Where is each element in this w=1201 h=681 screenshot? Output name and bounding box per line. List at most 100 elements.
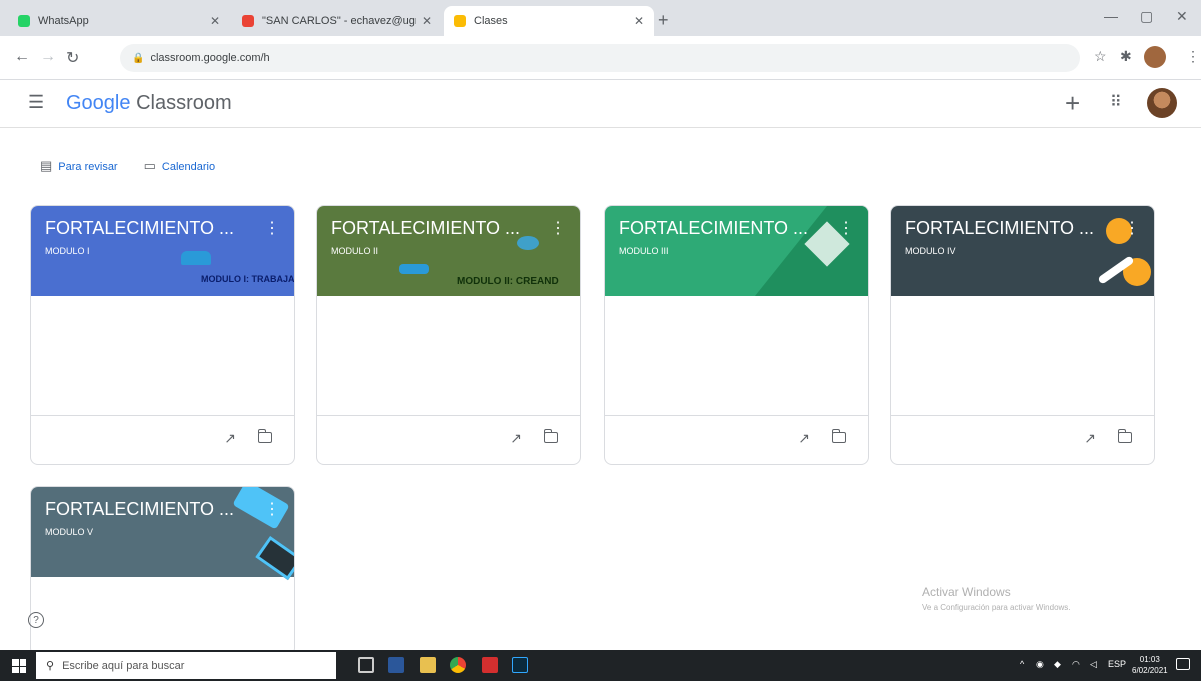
- account-avatar[interactable]: [1147, 88, 1177, 118]
- course-footer: ↗: [31, 416, 294, 464]
- watermark-title: Activar Windows: [922, 585, 1011, 599]
- cloud-decoration: [517, 236, 539, 250]
- tray-chevron-icon[interactable]: ^: [1020, 659, 1024, 669]
- device-decoration: [255, 535, 294, 581]
- quick-links: ▤ Para revisar ▭ Calendario: [40, 158, 215, 174]
- taskbar-search-box[interactable]: ⚲ Escribe aquí para buscar: [36, 652, 336, 679]
- tab-whatsapp[interactable]: WhatsApp ✕: [8, 6, 230, 36]
- course-options-icon[interactable]: ⋮: [838, 218, 854, 238]
- to-review-label: Para revisar: [58, 161, 118, 173]
- extensions-icon[interactable]: ✱: [1120, 48, 1132, 65]
- lock-icon: 🔒: [132, 52, 145, 64]
- drive-decoration: [399, 264, 429, 274]
- course-card[interactable]: FORTALECIMIENTO ... MODULO IV ⋮ ↗: [890, 205, 1155, 465]
- close-tab-icon[interactable]: ✕: [210, 14, 220, 28]
- course-title[interactable]: FORTALECIMIENTO ...: [619, 218, 808, 239]
- course-section: MODULO IV: [905, 246, 956, 256]
- bookmark-star-icon[interactable]: ☆: [1094, 48, 1107, 65]
- assignment-icon: ▤: [40, 158, 53, 173]
- course-footer: ↗: [605, 416, 868, 464]
- classroom-logo[interactable]: Google Classroom: [66, 92, 232, 115]
- banner-text: MODULO I: TRABAJAR: [201, 274, 295, 284]
- browser-menu-icon[interactable]: ⋮: [1186, 48, 1200, 65]
- minimize-icon[interactable]: —: [1104, 8, 1118, 24]
- course-banner[interactable]: MODULO I: TRABAJAR FORTALECIMIENTO ... M…: [31, 206, 294, 296]
- acrobat-icon[interactable]: [482, 657, 498, 673]
- drive-decoration: [181, 251, 211, 265]
- network-icon[interactable]: ◉: [1036, 659, 1044, 670]
- search-placeholder: Escribe aquí para buscar: [62, 659, 185, 672]
- course-banner[interactable]: MODULO II: CREAND FORTALECIMIENTO ... MO…: [317, 206, 580, 296]
- close-tab-icon[interactable]: ✕: [422, 14, 432, 28]
- course-banner[interactable]: FORTALECIMIENTO ... MODULO V ⋮: [31, 487, 294, 581]
- windows-start-icon[interactable]: [12, 659, 26, 673]
- reload-icon[interactable]: ↻: [66, 48, 79, 68]
- calendar-link[interactable]: ▭ Calendario: [144, 158, 216, 174]
- course-options-icon[interactable]: ⋮: [264, 218, 280, 238]
- course-card[interactable]: FORTALECIMIENTO ... MODULO V ⋮: [30, 486, 295, 656]
- windows-taskbar: ⚲ Escribe aquí para buscar ^ ◉ ◆ ◠ ◁ ESP…: [0, 650, 1201, 681]
- gradebook-trend-icon[interactable]: ↗: [1084, 430, 1096, 447]
- language-indicator[interactable]: ESP: [1108, 659, 1126, 669]
- back-icon[interactable]: ←: [14, 48, 30, 66]
- gradebook-trend-icon[interactable]: ↗: [510, 430, 522, 447]
- forward-icon[interactable]: →: [40, 48, 56, 66]
- course-card[interactable]: FORTALECIMIENTO ... MODULO III ⋮ ↗: [604, 205, 869, 465]
- course-section: MODULO II: [331, 246, 379, 256]
- folder-icon[interactable]: [1118, 429, 1132, 443]
- wifi-icon[interactable]: ◠: [1072, 659, 1080, 670]
- course-banner[interactable]: FORTALECIMIENTO ... MODULO IV ⋮: [891, 206, 1154, 296]
- help-icon[interactable]: ?: [28, 612, 44, 628]
- system-clock[interactable]: 01:03 6/02/2021: [1132, 654, 1168, 676]
- url-input[interactable]: 🔒 classroom.google.com/h: [120, 44, 1080, 72]
- task-view-icon[interactable]: [358, 657, 374, 673]
- google-apps-icon[interactable]: ⠿: [1110, 92, 1122, 112]
- folder-icon[interactable]: [258, 429, 272, 443]
- course-body: [31, 296, 294, 416]
- file-explorer-icon[interactable]: [420, 657, 436, 673]
- course-body: [605, 296, 868, 416]
- course-card[interactable]: MODULO I: TRABAJAR FORTALECIMIENTO ... M…: [30, 205, 295, 465]
- calendar-icon: ▭: [143, 158, 156, 173]
- maximize-icon[interactable]: ▢: [1140, 8, 1153, 25]
- course-footer: ↗: [317, 416, 580, 464]
- close-tab-icon[interactable]: ✕: [634, 14, 644, 28]
- app-tray-icon[interactable]: ◆: [1054, 659, 1061, 670]
- main-menu-icon[interactable]: ☰: [28, 92, 44, 113]
- course-footer: ↗: [891, 416, 1154, 464]
- course-title[interactable]: FORTALECIMIENTO ...: [331, 218, 520, 239]
- url-text: classroom.google.com/h: [150, 52, 270, 64]
- course-banner[interactable]: FORTALECIMIENTO ... MODULO III ⋮: [605, 206, 868, 296]
- browser-profile-avatar[interactable]: [1144, 46, 1166, 68]
- search-icon: ⚲: [46, 660, 55, 672]
- course-options-icon[interactable]: ⋮: [1124, 218, 1140, 238]
- photoshop-icon[interactable]: [512, 657, 528, 673]
- course-title[interactable]: FORTALECIMIENTO ...: [905, 218, 1094, 239]
- watermark-subtitle: Ve a Configuración para activar Windows.: [922, 603, 1071, 612]
- tab-title: Clases: [474, 15, 508, 27]
- folder-icon[interactable]: [544, 429, 558, 443]
- chrome-icon[interactable]: [450, 657, 466, 673]
- windows-activation-watermark: Activar Windows Ve a Configuración para …: [922, 585, 1071, 612]
- new-tab-icon[interactable]: +: [658, 10, 669, 31]
- gradebook-trend-icon[interactable]: ↗: [224, 430, 236, 447]
- course-title[interactable]: FORTALECIMIENTO ...: [45, 499, 234, 520]
- course-section: MODULO V: [45, 527, 94, 537]
- gradebook-trend-icon[interactable]: ↗: [798, 430, 810, 447]
- tab-title: "SAN CARLOS" - echavez@ugr...: [262, 15, 416, 27]
- folder-icon[interactable]: [832, 429, 846, 443]
- add-class-icon[interactable]: +: [1065, 88, 1080, 119]
- course-title[interactable]: FORTALECIMIENTO ...: [45, 218, 234, 239]
- course-card[interactable]: MODULO II: CREAND FORTALECIMIENTO ... MO…: [316, 205, 581, 465]
- close-window-icon[interactable]: ✕: [1176, 8, 1188, 25]
- word-icon[interactable]: [388, 657, 404, 673]
- course-body: [31, 577, 294, 655]
- tab-classroom[interactable]: Clases ✕: [444, 6, 654, 36]
- course-options-icon[interactable]: ⋮: [264, 499, 280, 519]
- to-review-link[interactable]: ▤ Para revisar: [40, 158, 118, 174]
- course-section: MODULO I: [45, 246, 90, 256]
- course-options-icon[interactable]: ⋮: [550, 218, 566, 238]
- tab-gmail[interactable]: "SAN CARLOS" - echavez@ugr... ✕: [232, 6, 442, 36]
- notifications-icon[interactable]: [1176, 658, 1190, 670]
- volume-icon[interactable]: ◁: [1090, 659, 1097, 670]
